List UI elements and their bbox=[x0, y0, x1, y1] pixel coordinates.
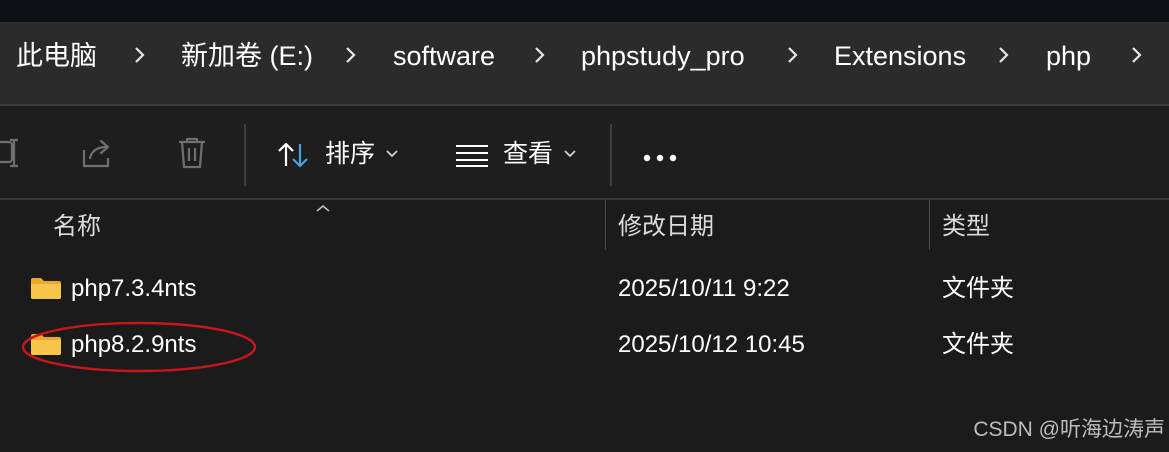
breadcrumb-item-extensions[interactable]: Extensions bbox=[834, 38, 966, 74]
folder-icon bbox=[30, 276, 62, 305]
column-divider[interactable] bbox=[605, 200, 606, 250]
column-headers: 名称 修改日期 类型 bbox=[0, 200, 1169, 252]
breadcrumb-item-software[interactable]: software bbox=[393, 38, 495, 74]
command-toolbar: 排序 查看 bbox=[0, 106, 1169, 200]
share-icon[interactable] bbox=[80, 138, 114, 175]
chevron-down-icon[interactable] bbox=[564, 146, 576, 164]
view-icon[interactable] bbox=[455, 143, 489, 172]
chevron-right-icon[interactable] bbox=[997, 40, 1011, 70]
rename-icon[interactable] bbox=[0, 136, 20, 175]
file-name[interactable]: php7.3.4nts bbox=[71, 274, 196, 304]
column-header-name[interactable]: 名称 bbox=[53, 212, 101, 242]
window-top-strip bbox=[0, 0, 1169, 22]
file-type: 文件夹 bbox=[942, 275, 1014, 302]
more-icon[interactable] bbox=[642, 150, 678, 168]
breadcrumb-item-this-pc[interactable]: 此电脑 bbox=[16, 38, 97, 74]
highlight-ellipse bbox=[21, 320, 262, 379]
breadcrumb-item-phpstudy-pro[interactable]: phpstudy_pro bbox=[581, 38, 745, 74]
toolbar-divider bbox=[244, 124, 246, 186]
breadcrumb-item-drive-e[interactable]: 新加卷 (E:) bbox=[181, 38, 313, 74]
column-divider[interactable] bbox=[929, 200, 930, 250]
chevron-right-icon[interactable] bbox=[533, 40, 547, 70]
sort-button[interactable]: 排序 bbox=[325, 138, 375, 170]
column-header-modified[interactable]: 修改日期 bbox=[618, 212, 714, 242]
delete-icon[interactable] bbox=[176, 136, 208, 175]
watermark: CSDN @听海边涛声 bbox=[973, 418, 1165, 441]
chevron-down-icon[interactable] bbox=[386, 146, 398, 164]
chevron-right-icon[interactable] bbox=[133, 40, 147, 70]
toolbar-divider bbox=[610, 124, 612, 186]
sort-ascending-icon bbox=[315, 200, 331, 218]
chevron-right-icon[interactable] bbox=[1130, 40, 1144, 70]
chevron-right-icon[interactable] bbox=[344, 40, 358, 70]
column-header-type[interactable]: 类型 bbox=[942, 212, 990, 242]
file-type: 文件夹 bbox=[942, 331, 1014, 358]
file-row[interactable]: php7.3.4nts 2025/10/11 9:22 文件夹 bbox=[0, 261, 1169, 317]
view-button[interactable]: 查看 bbox=[503, 138, 553, 170]
sort-icon[interactable] bbox=[276, 140, 312, 175]
breadcrumb-item-php[interactable]: php bbox=[1046, 38, 1091, 74]
file-modified: 2025/10/12 10:45 bbox=[618, 331, 805, 358]
breadcrumb[interactable]: 此电脑 新加卷 (E:) software phpstudy_pro Exten… bbox=[0, 22, 1169, 106]
chevron-right-icon[interactable] bbox=[786, 40, 800, 70]
file-modified: 2025/10/11 9:22 bbox=[618, 275, 790, 302]
